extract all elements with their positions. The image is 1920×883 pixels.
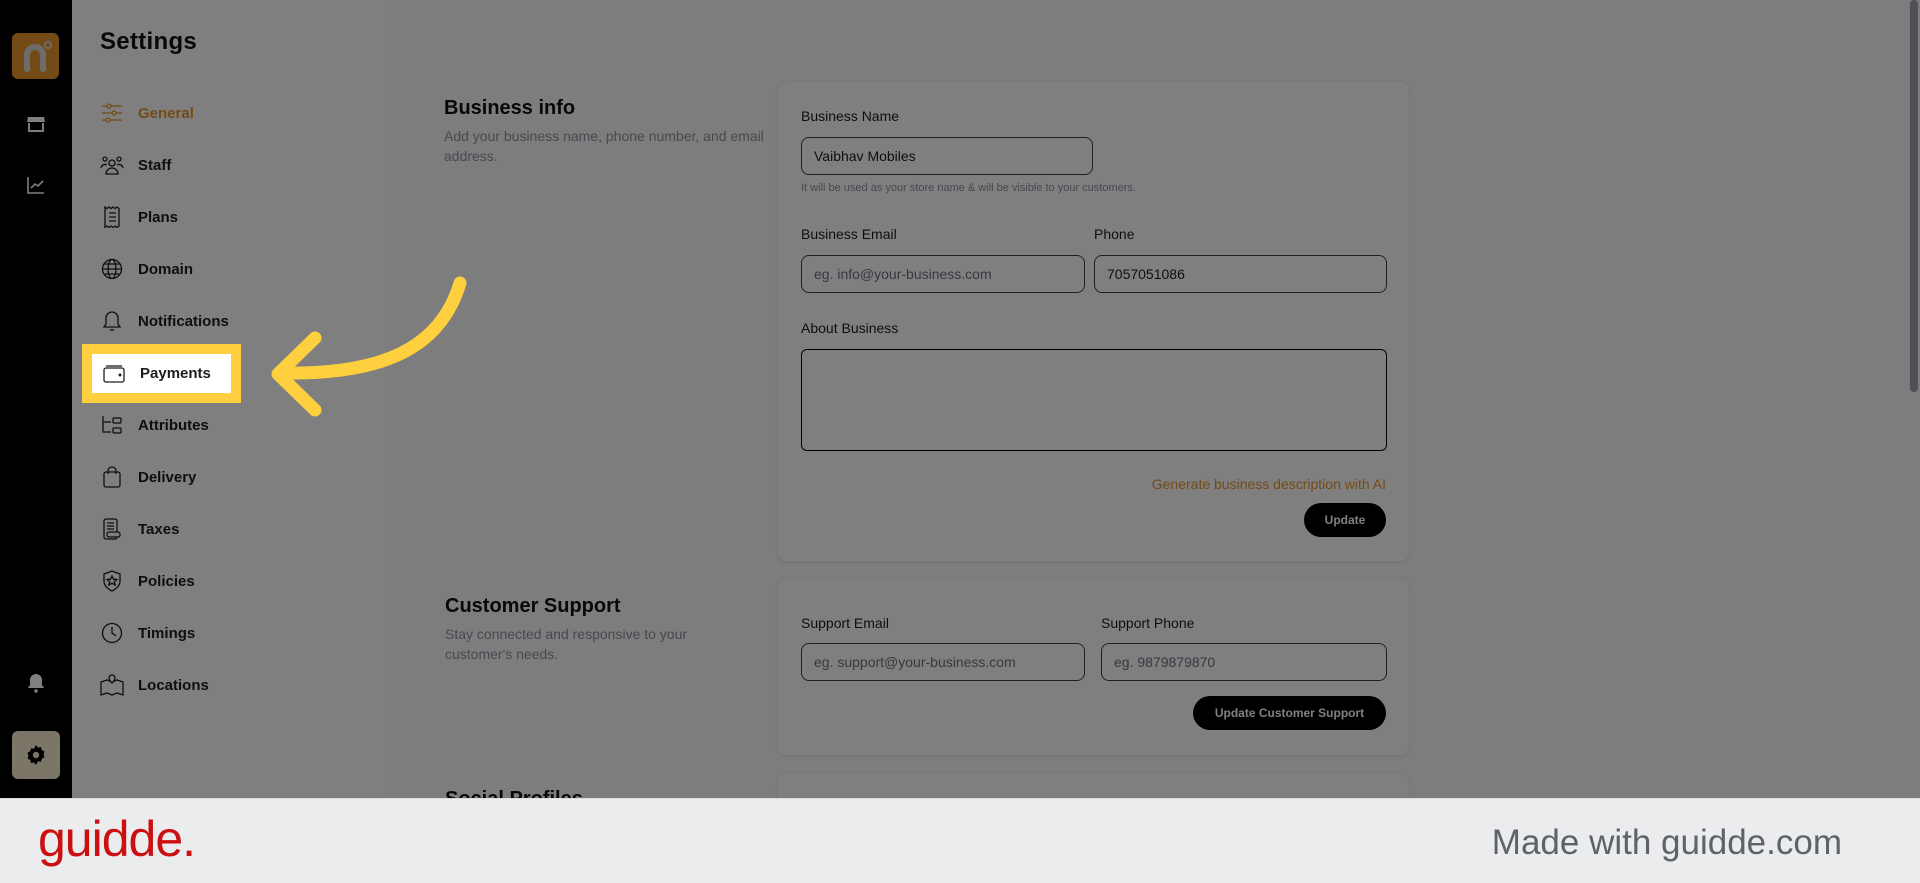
logo-icon — [24, 40, 53, 72]
icon-rail — [0, 0, 72, 798]
payments-highlight: Payments — [82, 344, 241, 403]
update-customer-support-button[interactable]: Update Customer Support — [1193, 696, 1386, 730]
analytics-icon[interactable] — [24, 173, 48, 197]
about-business-textarea[interactable] — [801, 349, 1387, 451]
phone-label: Phone — [1094, 226, 1135, 242]
support-phone-input[interactable]: eg. 9879879870 — [1101, 643, 1387, 681]
bell-outline-icon — [100, 309, 124, 333]
nav-item-label: Timings — [138, 624, 196, 642]
nav-item-label: Delivery — [138, 468, 197, 486]
business-name-label: Business Name — [801, 108, 900, 124]
shield-star-icon — [100, 569, 124, 593]
guidde-logo: guidde. — [38, 811, 196, 867]
map-icon — [100, 673, 124, 697]
app-window: Settings General Staff Plans Domain Noti… — [0, 0, 1920, 798]
users-icon — [100, 153, 124, 177]
pointer-arrow-icon — [271, 276, 467, 417]
support-phone-label: Support Phone — [1101, 615, 1195, 631]
sliders-icon — [100, 101, 124, 125]
hierarchy-icon — [100, 413, 124, 437]
app-logo[interactable] — [12, 33, 59, 79]
nav-item-timings[interactable]: Timings — [100, 613, 320, 653]
phone-input[interactable]: 7057051086 — [1094, 255, 1387, 293]
nav-item-label: Locations — [138, 676, 209, 694]
nav-item-label: Notifications — [138, 312, 229, 330]
business-info-description: Add your business name, phone number, an… — [444, 128, 764, 164]
nav-item-label: Policies — [138, 572, 195, 590]
wallet-icon — [102, 362, 126, 386]
clock-icon — [100, 621, 124, 645]
support-email-label: Support Email — [801, 615, 889, 631]
nav-item-label: Taxes — [138, 520, 180, 538]
nav-item-label: Domain — [138, 260, 194, 278]
business-name-hint: It will be used as your store name & wil… — [801, 182, 1137, 194]
business-info-title: Business info — [444, 97, 576, 119]
tax-icon — [100, 517, 124, 541]
update-button[interactable]: Update — [1304, 503, 1386, 537]
footer: guidde. Made with guidde.com — [0, 798, 1920, 883]
page-title: Settings — [100, 28, 198, 55]
nav-item-delivery[interactable]: Delivery — [100, 457, 320, 497]
customer-support-description: Stay connected and responsive to your cu… — [445, 626, 688, 662]
store-icon[interactable] — [24, 112, 48, 136]
nav-item-general[interactable]: General — [100, 93, 320, 133]
generate-ai-description-link[interactable]: Generate business description with AI — [1152, 476, 1386, 492]
bag-icon — [100, 465, 124, 489]
nav-item-staff[interactable]: Staff — [100, 145, 320, 185]
made-with-text: Made with guidde.com — [1491, 823, 1842, 862]
business-email-label: Business Email — [801, 226, 897, 242]
business-email-input[interactable]: eg. info@your-business.com — [801, 255, 1085, 293]
nav-item-label: Attributes — [138, 416, 209, 434]
nav-item-label: Staff — [138, 156, 172, 174]
nav-item-label: Payments — [140, 365, 211, 382]
nav-item-taxes[interactable]: Taxes — [100, 509, 320, 549]
about-business-label: About Business — [801, 320, 899, 336]
support-email-input[interactable]: eg. support@your-business.com — [801, 643, 1085, 681]
scrollbar[interactable] — [1910, 0, 1918, 392]
business-name-input[interactable]: Vaibhav Mobiles — [801, 137, 1093, 175]
gear-icon — [27, 745, 45, 765]
social-profiles-card — [777, 772, 1410, 798]
customer-support-card: Support Email eg. support@your-business.… — [777, 578, 1410, 756]
settings-button[interactable] — [12, 731, 60, 779]
business-info-card: Business Name Vaibhav Mobiles It will be… — [777, 81, 1410, 562]
nav-item-locations[interactable]: Locations — [100, 665, 320, 705]
nav-item-label: General — [138, 104, 194, 122]
bell-icon[interactable] — [24, 671, 48, 695]
nav-item-label: Plans — [138, 208, 179, 226]
main-content: Business info Add your business name, ph… — [386, 0, 1920, 798]
receipt-icon — [100, 205, 124, 229]
customer-support-title: Customer Support — [445, 595, 621, 617]
nav-item-plans[interactable]: Plans — [100, 197, 320, 237]
globe-icon — [100, 257, 124, 281]
social-profiles-title: Social Profiles — [445, 788, 583, 798]
nav-item-policies[interactable]: Policies — [100, 561, 320, 601]
